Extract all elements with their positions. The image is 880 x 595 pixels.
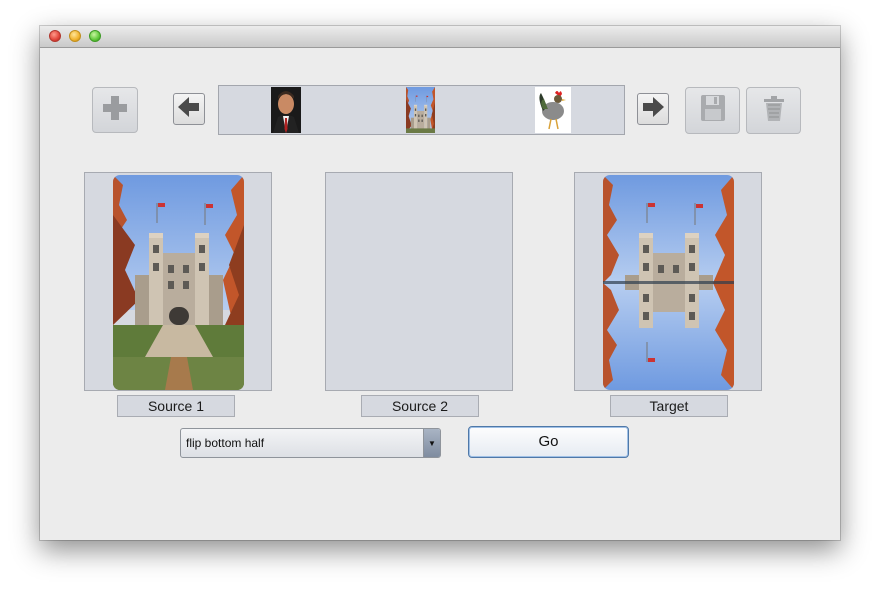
thumbnail-building[interactable] xyxy=(406,87,435,133)
floppy-disk-icon xyxy=(700,94,726,127)
minimize-window-button[interactable] xyxy=(69,30,81,42)
thumbnail-portrait[interactable] xyxy=(271,87,301,133)
operation-select-value: flip bottom half xyxy=(186,436,265,450)
source2-panel[interactable] xyxy=(325,172,513,391)
title-bar xyxy=(40,26,840,48)
zoom-window-button[interactable] xyxy=(89,30,101,42)
source1-image xyxy=(113,175,244,390)
arrow-right-icon xyxy=(642,96,664,122)
save-button[interactable] xyxy=(685,87,740,134)
plus-icon xyxy=(102,95,128,126)
delete-button[interactable] xyxy=(746,87,801,134)
dropdown-arrow-icon[interactable]: ▼ xyxy=(423,429,440,457)
thumbnail-strip[interactable] xyxy=(218,85,625,135)
previous-button[interactable] xyxy=(173,93,205,125)
trash-icon xyxy=(762,94,786,127)
app-window: Source 1 Source 2 Target flip bottom hal… xyxy=(40,26,840,540)
go-button[interactable]: Go xyxy=(468,426,629,458)
next-button[interactable] xyxy=(637,93,669,125)
source1-label: Source 1 xyxy=(117,395,235,417)
source2-label: Source 2 xyxy=(361,395,479,417)
thumbnail-rooster[interactable] xyxy=(535,87,571,133)
operation-select[interactable]: flip bottom half ▼ xyxy=(180,428,441,458)
target-panel[interactable] xyxy=(574,172,762,391)
close-window-button[interactable] xyxy=(49,30,61,42)
add-image-button[interactable] xyxy=(92,87,138,133)
source1-panel[interactable] xyxy=(84,172,272,391)
target-label: Target xyxy=(610,395,728,417)
arrow-left-icon xyxy=(178,96,200,122)
target-image xyxy=(603,175,734,390)
